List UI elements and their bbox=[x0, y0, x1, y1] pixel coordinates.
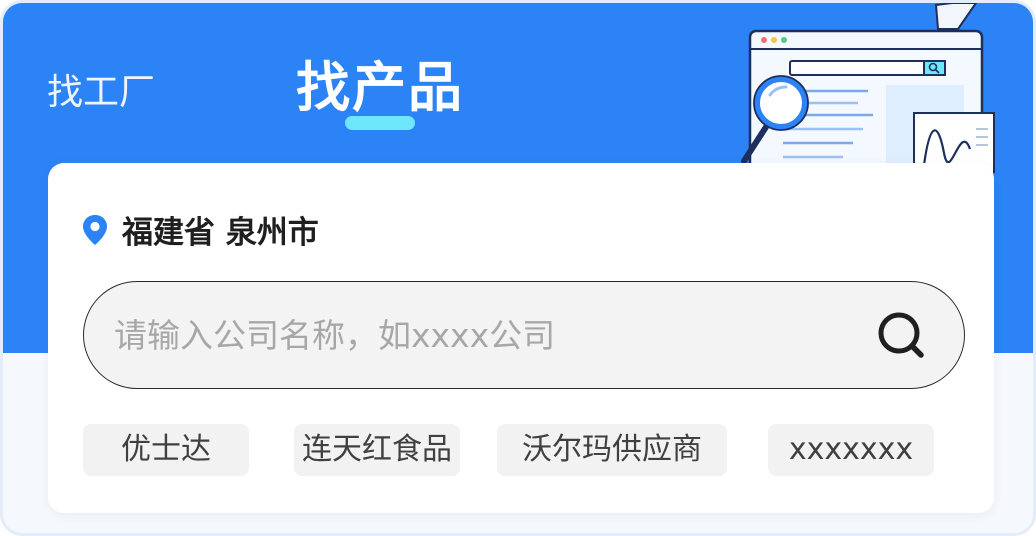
search-panel: 找工厂 找产品 福建省 泉州市 请输入公司名称，如xxxx公司 优士达 连天红食… bbox=[0, 0, 1036, 536]
suggestion-chip[interactable]: 连天红食品 bbox=[294, 424, 460, 476]
search-bar bbox=[83, 281, 965, 389]
pencil-icon bbox=[934, 3, 978, 30]
suggestion-chip[interactable]: xxxxxxx bbox=[768, 424, 934, 476]
tab-find-product[interactable]: 找产品 bbox=[296, 43, 464, 122]
suggestion-chip[interactable]: 优士达 bbox=[83, 424, 249, 476]
search-card: 福建省 泉州市 优士达 连天红食品 沃尔玛供应商 xxxxxxx bbox=[48, 163, 994, 513]
location-label: 福建省 泉州市 bbox=[122, 215, 319, 251]
search-illustration bbox=[741, 3, 995, 173]
active-tab-indicator bbox=[345, 116, 415, 130]
location-pin-icon bbox=[83, 214, 107, 245]
tab-find-factory[interactable]: 找工厂 bbox=[47, 63, 155, 115]
search-input[interactable] bbox=[112, 282, 856, 389]
location-selector[interactable]: 福建省 泉州市 bbox=[82, 207, 319, 252]
suggestion-chip[interactable]: 沃尔玛供应商 bbox=[497, 424, 727, 476]
search-icon[interactable] bbox=[876, 310, 928, 362]
